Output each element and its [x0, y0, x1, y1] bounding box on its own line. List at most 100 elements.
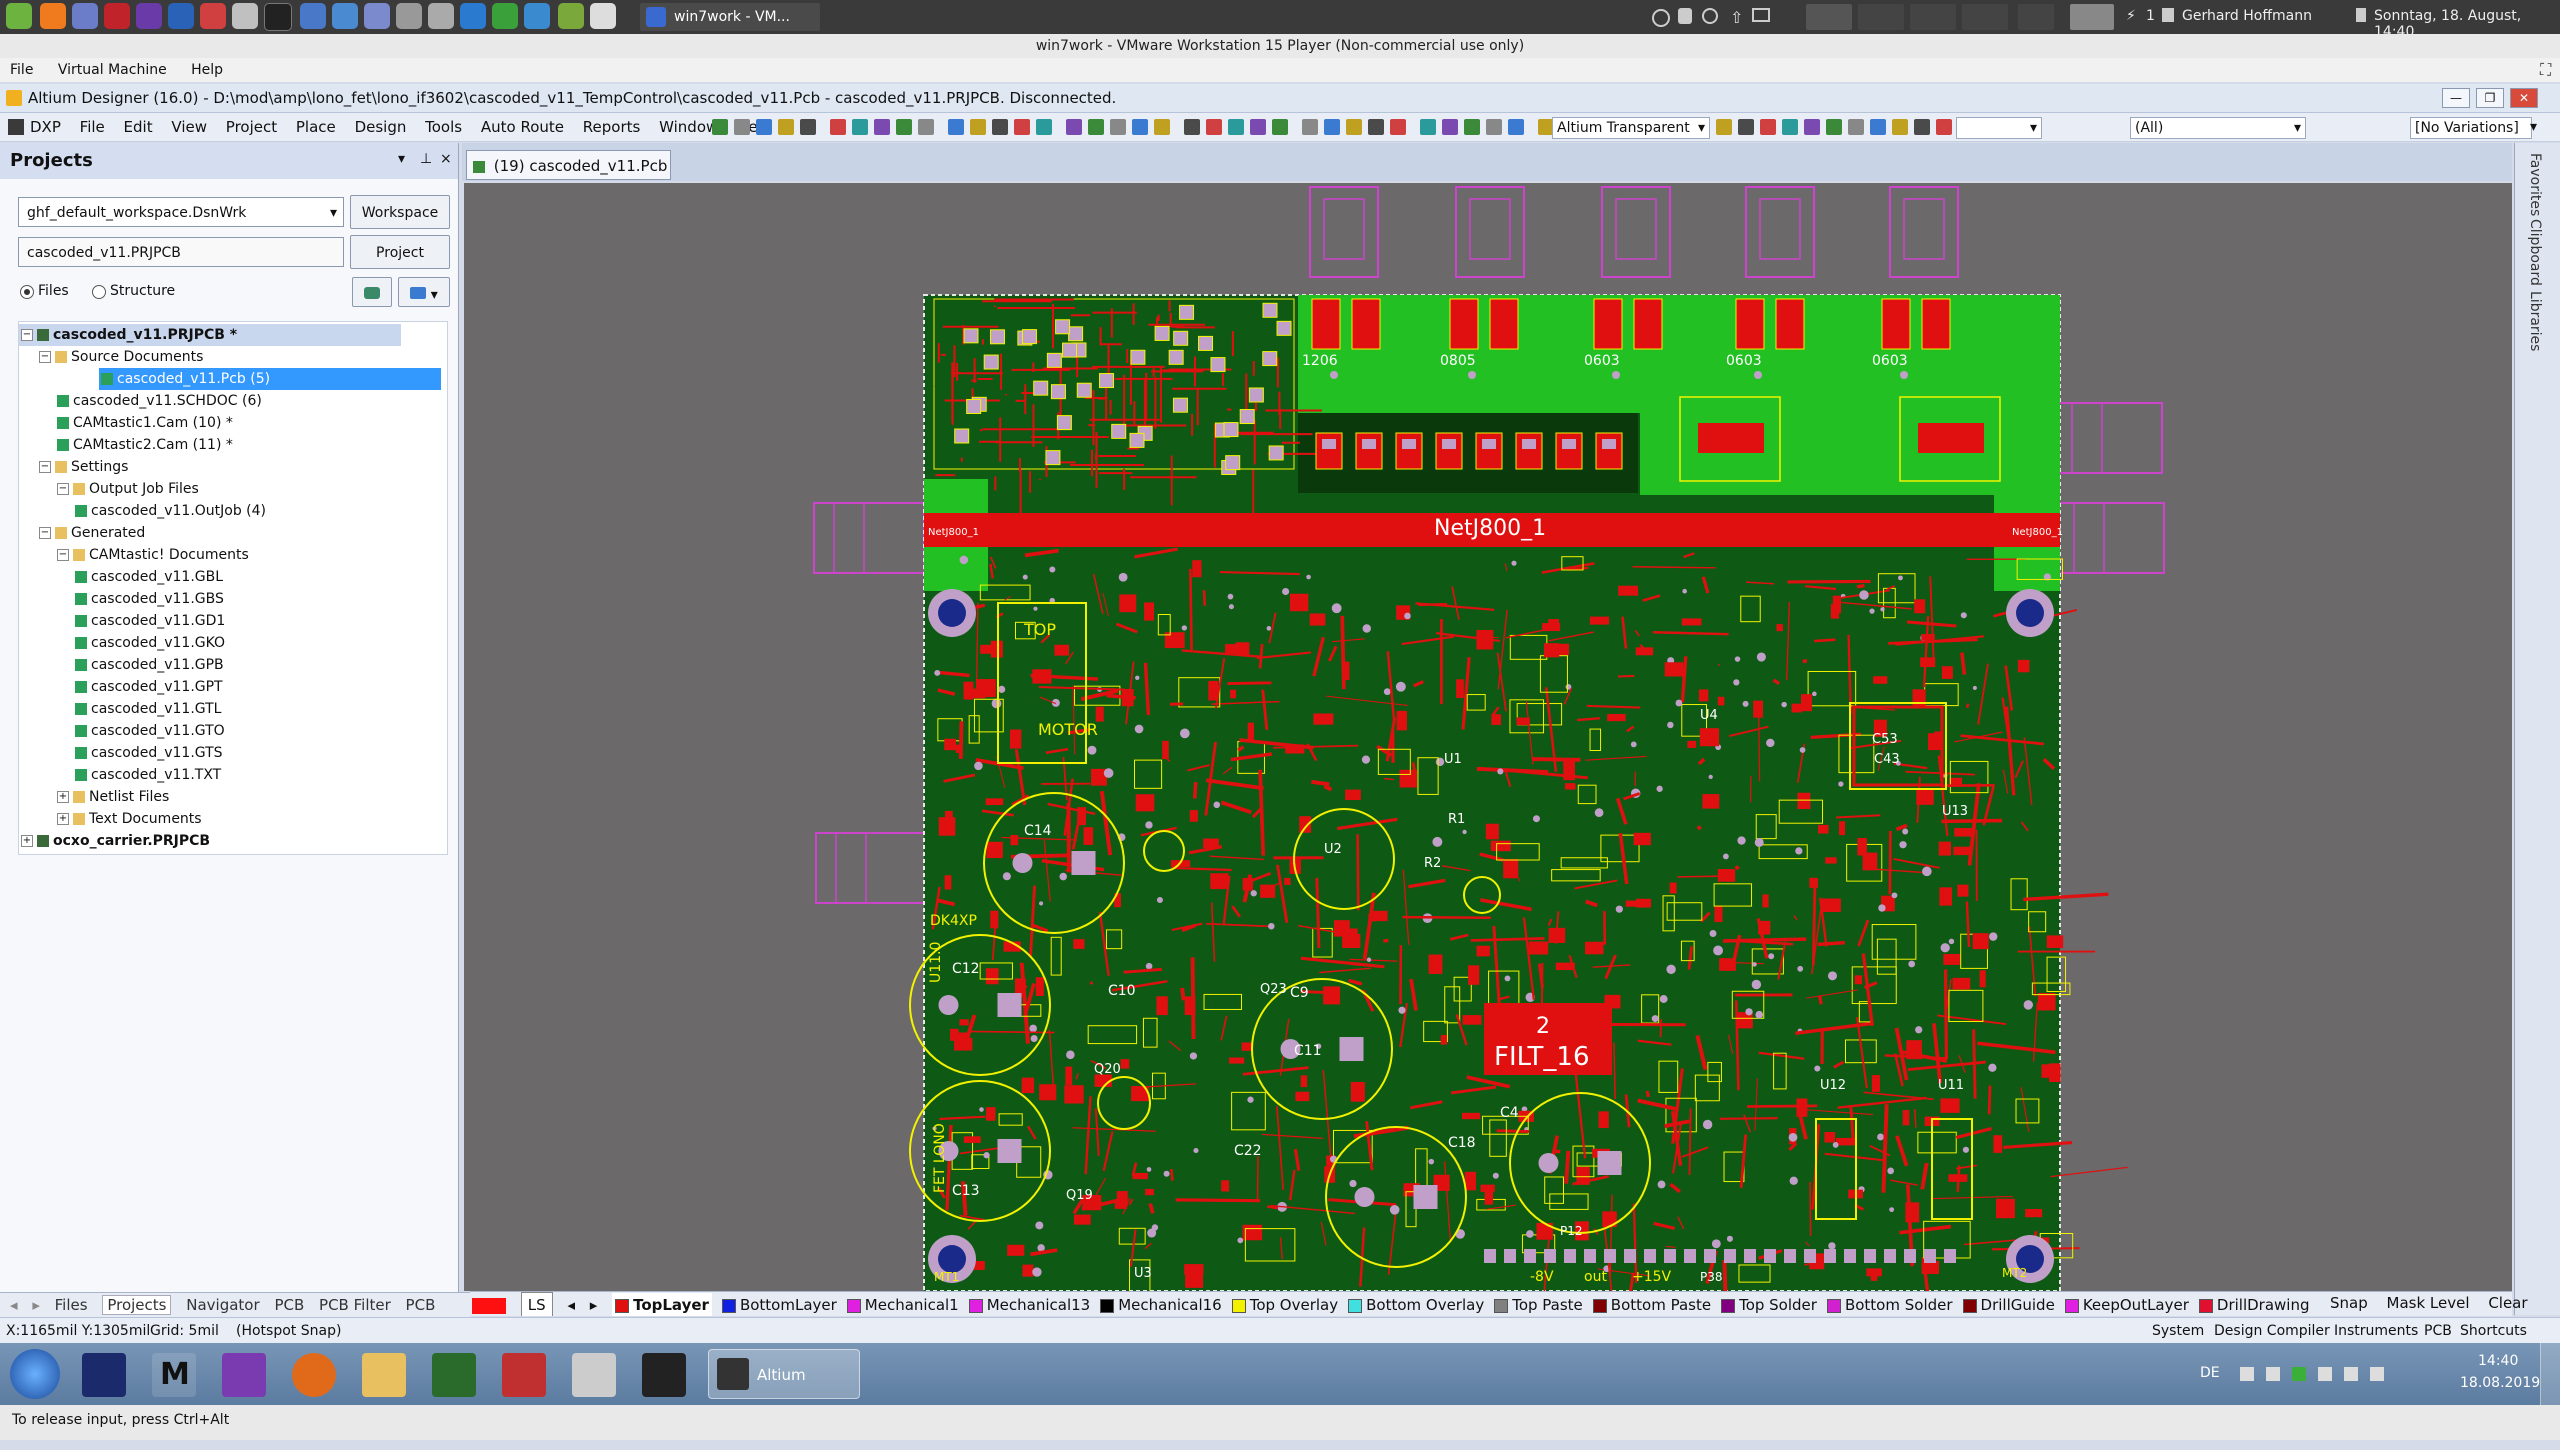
toolbar-button-icon[interactable]	[852, 119, 868, 135]
toolbar-button-icon[interactable]	[1346, 119, 1362, 135]
instruments-button[interactable]: Instruments	[2334, 1318, 2418, 1344]
toolbar-button-icon[interactable]	[1914, 119, 1930, 135]
snap-button[interactable]: Snap	[2330, 1294, 2368, 1312]
display-icon[interactable]	[1752, 8, 1770, 22]
workspace-switcher-2[interactable]	[1858, 4, 1904, 30]
explorer-icon[interactable]	[362, 1353, 406, 1397]
toolbar-button-icon[interactable]	[992, 119, 1008, 135]
tree-item[interactable]: cascoded_v11.GTO	[19, 720, 225, 742]
app-icon[interactable]	[364, 3, 390, 29]
tray-icon[interactable]	[2266, 1367, 2280, 1381]
toolbar-button-icon[interactable]	[1206, 119, 1222, 135]
libraries-tab[interactable]: Libraries	[2527, 291, 2543, 351]
mask-level-button[interactable]: Mask Level	[2387, 1294, 2470, 1312]
tree-item[interactable]: −cascoded_v11.PRJPCB *	[19, 324, 401, 346]
tree-item[interactable]: +Netlist Files	[19, 786, 169, 808]
layer-set-button[interactable]: LS	[521, 1292, 553, 1316]
toolbar-button-icon[interactable]	[1826, 119, 1842, 135]
project-button[interactable]: Project	[350, 235, 450, 269]
expand-toggle-icon[interactable]: −	[57, 549, 69, 561]
tree-item[interactable]: cascoded_v11.GTL	[19, 698, 221, 720]
layer-tab[interactable]: Mechanical13	[969, 1293, 1090, 1316]
guest-time[interactable]: 14:40	[2478, 1353, 2518, 1369]
show-desktop-button[interactable]	[2540, 1343, 2560, 1405]
toolbar-button-icon[interactable]	[1184, 119, 1200, 135]
toolbar-button-icon[interactable]	[778, 119, 794, 135]
layer-next-icon[interactable]: ▸	[590, 1293, 598, 1316]
project-options-button[interactable]: ▾	[398, 277, 450, 307]
document-tab[interactable]: (19) cascoded_v11.Pcb ▾	[466, 150, 671, 180]
layer-tab[interactable]: DrillDrawing	[2199, 1293, 2310, 1316]
layer-tab[interactable]: Top Solder	[1721, 1293, 1817, 1316]
start-button[interactable]	[10, 1349, 60, 1399]
toolbar-button-icon[interactable]	[800, 119, 816, 135]
folder-icon[interactable]	[558, 3, 584, 29]
variant-dropdown-icon[interactable]: ▾	[2530, 113, 2537, 141]
tree-item[interactable]: −Generated	[19, 522, 145, 544]
toolbar-button-icon[interactable]	[1870, 119, 1886, 135]
pcb-canvas[interactable]: NetJ800_1NetJ800_1NetJ800_11206080506030…	[464, 183, 2512, 1291]
op-app-icon[interactable]	[82, 1353, 126, 1397]
menu-place[interactable]: Place	[296, 113, 336, 141]
pcb-button[interactable]: PCB	[2424, 1318, 2452, 1344]
tree-item[interactable]: +Text Documents	[19, 808, 202, 830]
workspace-switcher-4[interactable]	[1962, 4, 2008, 30]
m-app-icon[interactable]: M	[152, 1353, 196, 1397]
toolbar-button-icon[interactable]	[1302, 119, 1318, 135]
toolbar-button-icon[interactable]	[1738, 119, 1754, 135]
layer-tab[interactable]: Mechanical1	[847, 1293, 959, 1316]
tab-navigator[interactable]: Navigator	[186, 1296, 259, 1314]
guest-date[interactable]: 18.08.2019	[2460, 1375, 2540, 1391]
vm-fullscreen-icon[interactable]: ⛶	[2540, 60, 2551, 80]
filter-select[interactable]: (All)▾	[2130, 117, 2306, 139]
terminal-icon[interactable]	[264, 3, 292, 31]
expand-toggle-icon[interactable]: −	[39, 527, 51, 539]
expand-toggle-icon[interactable]: −	[39, 461, 51, 473]
toolbar-button-icon[interactable]	[1464, 119, 1480, 135]
toolbar-button-icon[interactable]	[874, 119, 890, 135]
firefox-guest-icon[interactable]	[292, 1353, 336, 1397]
network-tray-icon[interactable]	[2344, 1367, 2358, 1381]
toolbar-button-icon[interactable]	[918, 119, 934, 135]
toolbar-button-icon[interactable]	[1716, 119, 1732, 135]
altium-pinned-icon[interactable]	[642, 1353, 686, 1397]
layer-tab[interactable]: DrillGuide	[1963, 1293, 2055, 1316]
panel-menu-icon[interactable]: ▾	[398, 151, 405, 167]
tab-pcb[interactable]: PCB	[274, 1296, 304, 1314]
layer-set-select[interactable]: ▾	[1956, 117, 2042, 139]
shortcuts-button[interactable]: Shortcuts	[2460, 1318, 2527, 1344]
tree-item[interactable]: cascoded_v11.SCHDOC (6)	[19, 390, 262, 412]
language-indicator[interactable]: DE	[2200, 1365, 2220, 1381]
menu-dxp[interactable]: DXP	[30, 113, 61, 141]
printer-icon[interactable]	[396, 3, 422, 29]
toolbar-button-icon[interactable]	[1066, 119, 1082, 135]
toolbar-button-icon[interactable]	[896, 119, 912, 135]
toolbar-button-icon[interactable]	[1508, 119, 1524, 135]
tray-icon[interactable]	[2292, 1367, 2306, 1381]
tree-item[interactable]: cascoded_v11.GD1	[19, 610, 225, 632]
toolbar-button-icon[interactable]	[1272, 119, 1288, 135]
radio-files[interactable]	[20, 285, 34, 299]
toolbar-button-icon[interactable]	[1804, 119, 1820, 135]
mint-menu-icon[interactable]	[6, 3, 32, 29]
menu-edit[interactable]: Edit	[124, 113, 153, 141]
app-icon[interactable]	[332, 3, 358, 29]
menu-window[interactable]: Window	[659, 113, 718, 141]
toolbar-button-icon[interactable]	[948, 119, 964, 135]
expand-toggle-icon[interactable]: −	[57, 483, 69, 495]
toolbar-button-icon[interactable]	[1760, 119, 1776, 135]
mail-icon[interactable]	[72, 3, 98, 29]
toolbar-button-icon[interactable]	[1782, 119, 1798, 135]
tray-icon[interactable]	[2240, 1367, 2254, 1381]
close-button[interactable]: ✕	[2510, 88, 2538, 108]
vm-window-button[interactable]: win7work - VM...	[640, 3, 820, 31]
tree-item[interactable]: +ocxo_carrier.PRJPCB	[19, 830, 210, 852]
tray-icon[interactable]	[2318, 1367, 2332, 1381]
layer-tab[interactable]: Top Overlay	[1232, 1293, 1338, 1316]
vm-menu-file[interactable]: File	[10, 62, 33, 78]
tree-item[interactable]: cascoded_v11.GPT	[19, 676, 223, 698]
tree-item[interactable]: cascoded_v11.OutJob (4)	[19, 500, 266, 522]
layer-tab[interactable]: TopLayer	[612, 1293, 712, 1316]
toolbar-button-icon[interactable]	[830, 119, 846, 135]
user-name[interactable]: Gerhard Hoffmann	[2182, 8, 2312, 24]
